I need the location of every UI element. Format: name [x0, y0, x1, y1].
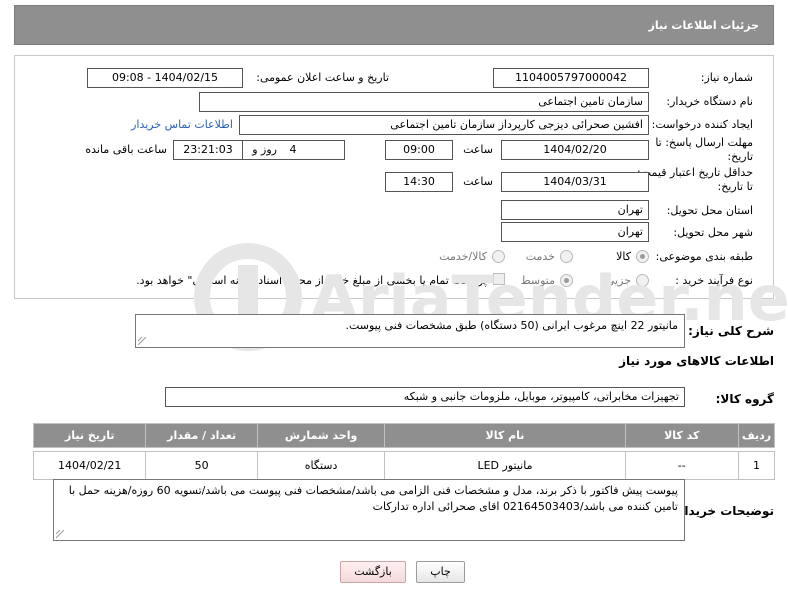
cell-item-name: مانیتور LED — [384, 451, 626, 480]
reply-time-label: ساعت — [463, 143, 493, 156]
buyer-org-field: سازمان تامین اجتماعی — [199, 92, 649, 112]
col-need-date: تاریخ نیاز — [32, 423, 147, 448]
category-radio-goods[interactable] — [636, 250, 649, 263]
delivery-city-field: تهران — [501, 222, 649, 242]
reply-deadline-date: 1404/02/20 — [501, 140, 649, 160]
reply-deadline-label-1: مهلت ارسال پاسخ: تا — [655, 136, 753, 149]
col-unit: واحد شمارش — [256, 423, 386, 448]
process-option-medium: متوسط — [520, 274, 555, 287]
col-item-code: کد کالا — [624, 423, 740, 448]
category-label: طبقه بندی موضوعی: — [655, 250, 753, 263]
details-panel: شماره نیاز: 1104005797000042 تاریخ و ساع… — [14, 55, 774, 299]
treasury-payment-checkbox[interactable] — [493, 273, 505, 285]
announce-datetime-field: 1404/02/15 - 09:08 — [87, 68, 243, 88]
price-validity-label-2: تا تاریخ: — [717, 180, 753, 193]
page-header: جزئیات اطلاعات نیاز — [14, 5, 774, 45]
resize-grip-icon[interactable] — [138, 337, 146, 345]
goods-table: ردیف کد کالا نام کالا واحد شمارش تعداد /… — [32, 423, 775, 480]
category-option-service: خدمت — [525, 250, 555, 263]
delivery-province-label: استان محل تحویل: — [666, 204, 753, 217]
cell-need-date: 1404/02/21 — [32, 451, 147, 480]
requester-label: ایجاد کننده درخواست: — [651, 118, 753, 131]
category-radio-service[interactable] — [560, 250, 573, 263]
back-button[interactable]: بازگشت — [340, 561, 406, 583]
reply-deadline-time: 09:00 — [385, 140, 453, 160]
description-label: شرح کلی نیاز: — [688, 324, 774, 338]
table-row: 1 -- مانیتور LED دستگاه 50 1404/02/21 — [32, 451, 775, 480]
buyer-notes-label: توضیحات خریدار: — [672, 504, 774, 518]
goods-group-label: گروه کالا: — [715, 392, 774, 406]
goods-group-field: تجهیزات مخابراتی، کامپیوتر، موبایل، ملزو… — [165, 387, 685, 407]
goods-info-title: اطلاعات کالاهای مورد نیاز — [619, 354, 774, 368]
buyer-contact-link[interactable]: اطلاعات تماس خریدار — [131, 118, 233, 131]
col-item-name: نام کالا — [384, 423, 626, 448]
need-number-field: 1104005797000042 — [493, 68, 649, 88]
buyer-notes-textarea: پیوست پیش فاکتور با ذکر برند، مدل و مشخص… — [53, 479, 685, 541]
col-row-number: ردیف — [738, 423, 775, 448]
table-header-row: ردیف کد کالا نام کالا واحد شمارش تعداد /… — [32, 423, 775, 448]
print-button[interactable]: چاپ — [416, 561, 465, 583]
cell-item-code: -- — [624, 451, 740, 480]
cell-row-number: 1 — [738, 451, 775, 480]
remaining-time-field: 23:21:03 — [173, 140, 243, 160]
need-number-label: شماره نیاز: — [700, 71, 753, 84]
price-validity-time-label: ساعت — [463, 175, 493, 188]
description-text: مانیتور 22 اینچ مرغوب ایرانی (50 دستگاه)… — [345, 319, 678, 332]
category-radio-goods-service[interactable] — [492, 250, 505, 263]
page-title: جزئیات اطلاعات نیاز — [648, 19, 760, 32]
resize-grip-icon[interactable] — [56, 530, 64, 538]
category-option-goods-service: کالا/خدمت — [439, 250, 487, 263]
buyer-notes-text: پیوست پیش فاکتور با ذکر برند، مدل و مشخص… — [68, 484, 678, 513]
process-type-label: نوع فرآیند خرید : — [675, 274, 753, 287]
cell-quantity: 50 — [145, 451, 258, 480]
category-option-goods: کالا — [616, 250, 631, 263]
buyer-org-label: نام دستگاه خریدار: — [666, 95, 753, 108]
process-radio-medium[interactable] — [560, 274, 573, 287]
cell-unit: دستگاه — [256, 451, 386, 480]
price-validity-label-1: حداقل تاریخ اعتبار قیمت: — [637, 166, 753, 179]
col-quantity: تعداد / مقدار — [145, 423, 258, 448]
delivery-province-field: تهران — [501, 200, 649, 220]
description-textarea: مانیتور 22 اینچ مرغوب ایرانی (50 دستگاه)… — [135, 314, 685, 348]
days-label: روز و — [252, 143, 277, 156]
reply-deadline-label-2: تاریخ: — [727, 150, 753, 163]
price-validity-time: 14:30 — [385, 172, 453, 192]
requester-field: افشین صحرائی دیزجی کارپرداز سازمان تامین… — [239, 115, 649, 135]
process-radio-minor[interactable] — [636, 274, 649, 287]
delivery-city-label: شهر محل تحویل: — [673, 226, 753, 239]
announce-datetime-label: تاریخ و ساعت اعلان عمومی: — [256, 71, 389, 84]
remaining-time-label: ساعت باقی مانده — [85, 143, 167, 156]
price-validity-date: 1404/03/31 — [501, 172, 649, 192]
process-option-minor: جزیی — [605, 274, 631, 287]
treasury-payment-note: پرداخت تمام یا بخشی از مبلغ خرید،از محل … — [136, 274, 487, 287]
